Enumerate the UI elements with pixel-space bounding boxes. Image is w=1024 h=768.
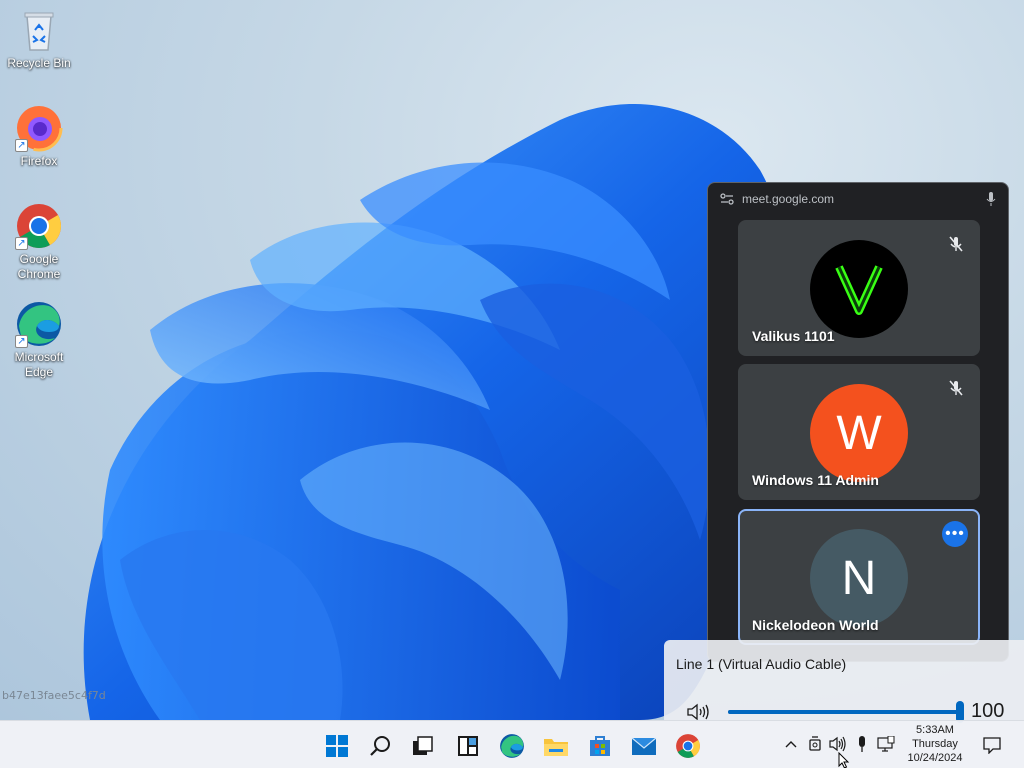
more-options-button[interactable]: ••• — [942, 521, 968, 547]
participant-avatar — [810, 240, 908, 338]
taskbar-store[interactable] — [583, 729, 617, 763]
widgets-button[interactable] — [451, 729, 485, 763]
avatar-initial: N — [841, 551, 877, 605]
desktop-icon-label: Google Chrome — [17, 252, 61, 281]
widgets-icon — [458, 736, 478, 756]
microphone-icon[interactable] — [853, 735, 871, 753]
avatar-v-logo — [835, 265, 883, 315]
participant-tile[interactable]: Valikus 1101 — [738, 220, 980, 356]
camera-in-use-icon[interactable] — [806, 735, 824, 753]
site-controls-icon[interactable] — [720, 192, 734, 206]
search-button[interactable] — [363, 729, 397, 763]
recycle-bin-icon — [15, 6, 63, 54]
meet-pip-window[interactable]: meet.google.com Valikus 1101 W Windows 1… — [707, 182, 1009, 662]
show-hidden-icons-chevron[interactable] — [782, 735, 800, 753]
desktop-icon-recycle-bin[interactable]: Recycle Bin — [2, 6, 76, 71]
desktop-icon-label: Microsoft Edge — [14, 350, 64, 379]
muted-mic-icon — [944, 232, 968, 256]
pip-header: meet.google.com — [708, 183, 1008, 215]
chrome-icon — [676, 734, 700, 758]
volume-flyout[interactable]: Line 1 (Virtual Audio Cable) 100 — [664, 640, 1024, 723]
clock[interactable]: 5:33AM Thursday 10/24/2024 — [900, 723, 970, 765]
participant-name: Valikus 1101 — [752, 328, 835, 344]
muted-mic-icon — [944, 376, 968, 400]
file-explorer-icon — [544, 739, 568, 756]
start-button[interactable] — [320, 729, 354, 763]
participant-tile-active[interactable]: N ••• Nickelodeon World — [738, 509, 980, 645]
search-icon — [370, 736, 390, 756]
speaker-icon[interactable] — [829, 735, 847, 753]
start-icon — [326, 735, 348, 757]
participant-tile[interactable]: W Windows 11 Admin — [738, 364, 980, 500]
desktop-icon-label: Recycle Bin — [7, 56, 71, 70]
edge-icon: ↗ — [15, 300, 63, 348]
desktop-icon-chrome[interactable]: ↗ Google Chrome — [2, 202, 76, 282]
mail-icon — [631, 737, 657, 755]
edge-icon — [500, 734, 524, 758]
shortcut-arrow-icon: ↗ — [15, 139, 28, 152]
clock-day: Thursday — [912, 738, 958, 750]
microphone-in-use-icon — [986, 192, 996, 206]
clock-time: 5:33AM — [916, 724, 954, 736]
desktop-icon-label: Firefox — [20, 154, 58, 168]
shortcut-arrow-icon: ↗ — [15, 237, 28, 250]
pip-title: meet.google.com — [742, 192, 835, 206]
network-icon[interactable] — [877, 735, 895, 753]
taskbar-mail[interactable] — [627, 729, 661, 763]
participant-name: Windows 11 Admin — [752, 472, 879, 488]
participant-avatar: W — [810, 384, 908, 482]
desktop-icon-firefox[interactable]: ↗ Firefox — [2, 104, 76, 169]
audio-device-name: Line 1 (Virtual Audio Cable) — [676, 656, 847, 672]
volume-slider-fill — [728, 710, 960, 714]
mouse-cursor-icon — [838, 752, 850, 768]
task-view-icon — [413, 736, 433, 755]
participant-name: Nickelodeon World — [752, 617, 879, 633]
shortcut-arrow-icon: ↗ — [15, 335, 28, 348]
avatar-initial: W — [836, 406, 882, 460]
volume-slider[interactable] — [728, 701, 964, 723]
taskbar-chrome[interactable] — [671, 729, 705, 763]
firefox-icon: ↗ — [15, 104, 63, 152]
taskbar: 5:33AM Thursday 10/24/2024 — [0, 720, 1024, 768]
participant-avatar: N — [810, 529, 908, 627]
desktop-icon-edge[interactable]: ↗ Microsoft Edge — [2, 300, 76, 380]
watermark-text: b47e13faee5c4f7d — [2, 689, 106, 702]
taskbar-edge[interactable] — [495, 729, 529, 763]
taskbar-file-explorer[interactable] — [539, 729, 573, 763]
task-view-button[interactable] — [406, 729, 440, 763]
speaker-icon[interactable] — [686, 702, 712, 722]
notification-center-icon[interactable] — [983, 736, 1001, 754]
store-icon — [590, 736, 610, 756]
clock-date: 10/24/2024 — [907, 752, 963, 764]
chrome-icon: ↗ — [15, 202, 63, 250]
